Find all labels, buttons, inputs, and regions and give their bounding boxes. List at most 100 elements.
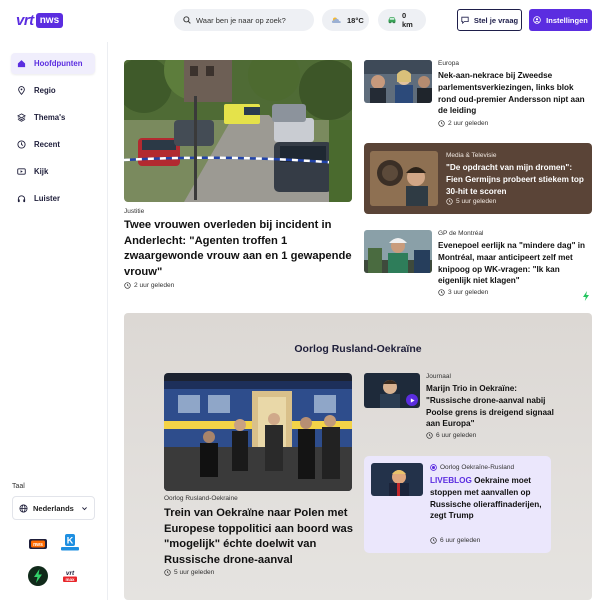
cloud-icon (331, 16, 342, 24)
search-input[interactable]: Waar ben je naar op zoek? (174, 9, 314, 31)
language-label: Taal (12, 483, 25, 490)
clock-icon (164, 569, 171, 576)
live-dot-icon (430, 464, 437, 471)
home-icon (17, 59, 26, 68)
main-article-time: 5 uur geleden (164, 569, 214, 576)
language-value: Nederlands (33, 503, 74, 513)
vrt-nws-logo[interactable]: vrt nws (16, 12, 64, 29)
vrt-max-app-icon[interactable]: vrt max (61, 567, 79, 585)
article-headline[interactable]: Evenepoel eerlijk na "mindere dag" in Mo… (438, 240, 594, 287)
weather-temperature: 18°C (347, 15, 364, 25)
ketnet-app-icon[interactable]: K (61, 533, 79, 551)
article-category: Europa (438, 60, 459, 67)
play-icon (406, 394, 418, 406)
ukraine-war-section: Oorlog Rusland-Oekraïne Oorlog Rusland-O… (124, 313, 592, 600)
liveblog-time: 6 uur geleden (430, 537, 480, 544)
article-headline[interactable]: Nek-aan-nekrace bij Zweedse parlementsve… (438, 70, 588, 117)
liveblog-headline[interactable]: LIVEBLOG Oekraine moet stoppen met aanva… (430, 475, 548, 522)
weather-widget[interactable]: 18°C (322, 9, 369, 31)
article-time: 6 uur geleden (426, 432, 476, 439)
liveblog-card[interactable]: Oorlog Oekraïne-Rusland LIVEBLOG Oekrain… (364, 456, 551, 553)
layers-icon (17, 113, 26, 122)
user-icon (533, 16, 541, 24)
liveblog-category: Oorlog Oekraïne-Rusland (440, 464, 515, 471)
chat-icon (461, 16, 469, 24)
traffic-widget[interactable]: 0 km (378, 9, 426, 31)
settings-button[interactable]: Instellingen (529, 9, 592, 31)
hero-time: 2 uur geleden (124, 282, 174, 289)
traffic-km: 0 km (402, 11, 413, 29)
clock-icon (17, 140, 26, 149)
logo-vrt-text: vrt (16, 12, 34, 29)
article-time: 3 uur geleden (438, 289, 488, 296)
liveblog-label: LIVEBLOG (430, 476, 472, 485)
article-category: GP de Montréal (438, 230, 484, 237)
top-bar: vrt nws Waar ben je naar op zoek? 18°C 0… (0, 0, 600, 42)
sidebar-item-kijk[interactable]: Kijk (11, 161, 95, 182)
settings-label: Instellingen (546, 15, 588, 25)
sidebar-item-regio[interactable]: Regio (11, 80, 95, 101)
main-article-headline[interactable]: Trein van Oekraïne naar Polen met Europe… (164, 506, 359, 568)
hero-headline[interactable]: Twee vrouwen overleden bij incident in A… (124, 218, 352, 280)
featured-article-card[interactable]: Media & Televisie "De opdracht van mijn … (364, 143, 592, 214)
play-box-icon (17, 167, 26, 176)
article-time: 2 uur geleden (438, 120, 488, 127)
sidebar-item-luister[interactable]: Luister (11, 188, 95, 209)
sidebar-item-label: Luister (34, 194, 60, 203)
liveblog-thumbnail (371, 463, 423, 496)
article-category: Journaal (426, 373, 451, 380)
clock-icon (430, 537, 437, 544)
clock-icon (124, 282, 131, 289)
svg-text:nws: nws (33, 542, 43, 548)
headphones-icon (17, 194, 26, 203)
chevron-down-icon (81, 505, 88, 512)
hero-category: Justitie (124, 208, 145, 215)
sidebar-item-themas[interactable]: Thema's (11, 107, 95, 128)
article-time-text: 2 uur geleden (448, 120, 489, 127)
article-thumbnail[interactable] (364, 60, 432, 103)
sidebar-item-label: Kijk (34, 167, 49, 176)
article-time-text: 5 uur geleden (456, 198, 497, 205)
search-icon (183, 16, 191, 24)
car-icon (387, 16, 397, 24)
article-headline[interactable]: "De opdracht van mijn dromen": Fien Germ… (446, 162, 586, 197)
main-article-category: Oorlog Rusland-Oekraine (164, 495, 238, 502)
sidebar-item-hoofdpunten[interactable]: Hoofdpunten (11, 53, 95, 74)
sidebar-item-label: Hoofdpunten (34, 59, 83, 68)
article-headline[interactable]: Marijn Trio in Oekraïne: "Russische dron… (426, 383, 556, 430)
search-placeholder: Waar ben je naar op zoek? (196, 15, 286, 25)
radio-app-icon[interactable] (27, 565, 49, 587)
main-article-time-text: 5 uur geleden (174, 569, 215, 576)
hero-time-text: 2 uur geleden (134, 282, 175, 289)
clock-icon (438, 120, 445, 127)
video-thumbnail[interactable] (364, 373, 420, 408)
sidebar-item-recent[interactable]: Recent (11, 134, 95, 155)
main-article-image[interactable] (164, 373, 352, 491)
vrt-nws-app-icon[interactable]: nws (29, 535, 47, 553)
liveblog-topic: Oorlog Oekraïne-Rusland (430, 464, 514, 471)
language-select[interactable]: Nederlands (12, 496, 95, 520)
article-time-text: 3 uur geleden (448, 289, 489, 296)
liveblog-time-text: 6 uur geleden (440, 537, 481, 544)
svg-text:K: K (67, 536, 74, 546)
hero-article-image[interactable] (124, 60, 352, 202)
sidebar-item-label: Recent (34, 140, 60, 149)
section-title: Oorlog Rusland-Oekraïne (294, 343, 422, 355)
svg-text:max: max (65, 577, 75, 582)
article-time-text: 6 uur geleden (436, 432, 477, 439)
sidebar-item-label: Thema's (34, 113, 66, 122)
article-thumbnail[interactable] (364, 230, 432, 273)
location-pin-icon (17, 86, 26, 95)
clock-icon (438, 289, 445, 296)
clock-icon (426, 432, 433, 439)
sidebar: Hoofdpunten Regio Thema's Recent Kijk Lu… (0, 42, 108, 600)
ask-question-button[interactable]: Stel je vraag (457, 9, 522, 31)
ask-question-label: Stel je vraag (473, 15, 519, 25)
article-category: Media & Televisie (446, 152, 497, 159)
globe-icon (19, 503, 28, 513)
article-thumbnail (370, 151, 438, 206)
svg-text:vrt: vrt (66, 570, 75, 577)
sidebar-item-label: Regio (34, 86, 56, 95)
article-time: 5 uur geleden (446, 198, 496, 205)
flash-icon[interactable] (582, 291, 590, 301)
